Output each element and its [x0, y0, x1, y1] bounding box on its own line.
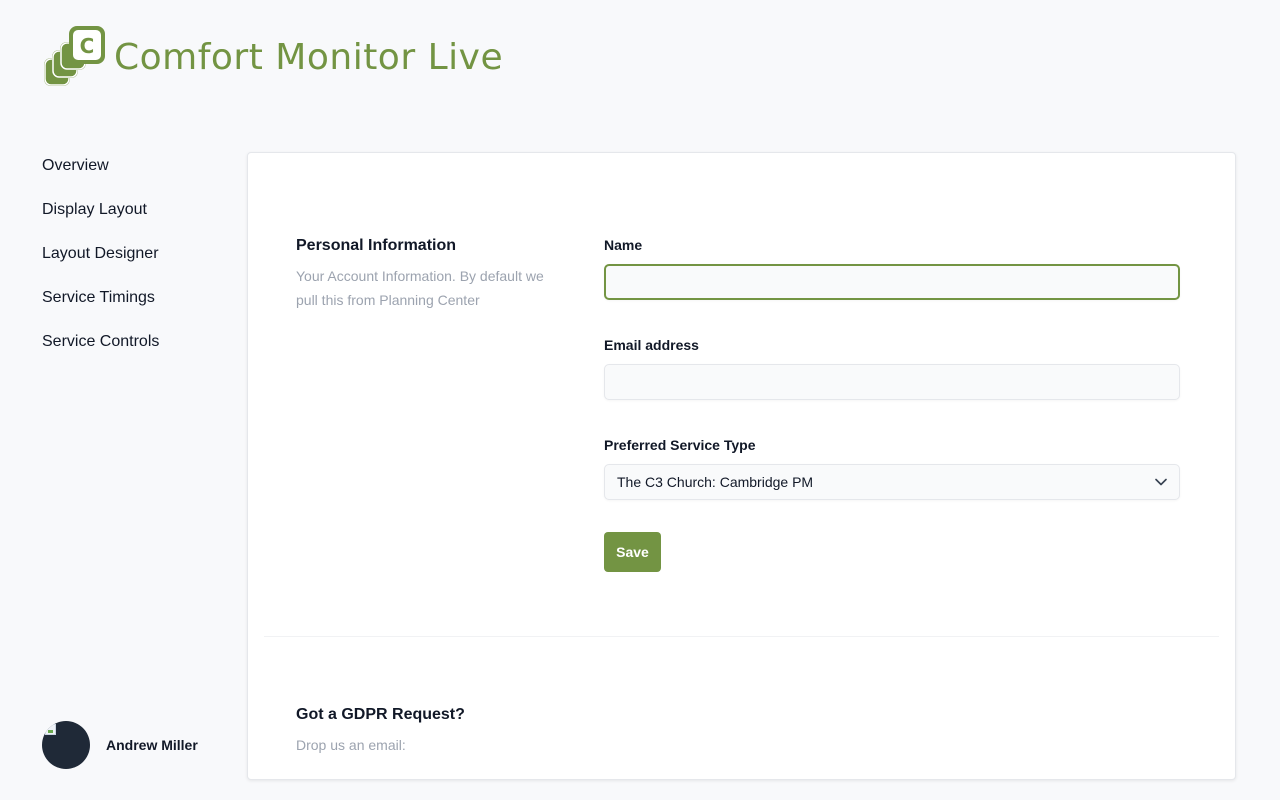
logo-letter: C [80, 34, 95, 58]
logo-icon: C [44, 26, 105, 86]
service-type-value: The C3 Church: Cambridge PM [617, 474, 814, 490]
sidebar-item-display-layout[interactable]: Display Layout [42, 188, 222, 232]
save-button[interactable]: Save [604, 532, 661, 572]
email-label: Email address [604, 337, 699, 353]
user-name: Andrew Miller [106, 737, 198, 753]
gdpr-description: Drop us an email: [296, 737, 406, 753]
chevron-down-icon [1155, 478, 1167, 486]
sidebar-item-overview[interactable]: Overview [42, 144, 222, 188]
app-logo[interactable]: C Comfort Monitor Live [42, 24, 503, 90]
name-input[interactable] [604, 264, 1180, 300]
personal-info-description: Your Account Information. By default we … [296, 268, 544, 308]
app-title: Comfort Monitor Live [114, 36, 504, 78]
section-divider [264, 636, 1219, 637]
service-type-select[interactable]: The C3 Church: Cambridge PM [604, 464, 1180, 500]
sidebar-nav: Overview Display Layout Layout Designer … [42, 144, 222, 364]
gdpr-title: Got a GDPR Request? [296, 706, 465, 723]
email-input[interactable] [604, 364, 1180, 400]
sidebar-item-service-timings[interactable]: Service Timings [42, 276, 222, 320]
sidebar-item-layout-designer[interactable]: Layout Designer [42, 232, 222, 276]
sidebar-item-service-controls[interactable]: Service Controls [42, 320, 222, 364]
user-profile[interactable]: Andrew Miller [42, 721, 198, 769]
avatar[interactable] [42, 721, 90, 769]
settings-card: Personal Information Your Account Inform… [247, 152, 1236, 780]
broken-image-icon [45, 724, 56, 735]
name-label: Name [604, 237, 643, 253]
personal-info-title: Personal Information [296, 237, 457, 254]
service-type-label: Preferred Service Type [604, 437, 756, 453]
